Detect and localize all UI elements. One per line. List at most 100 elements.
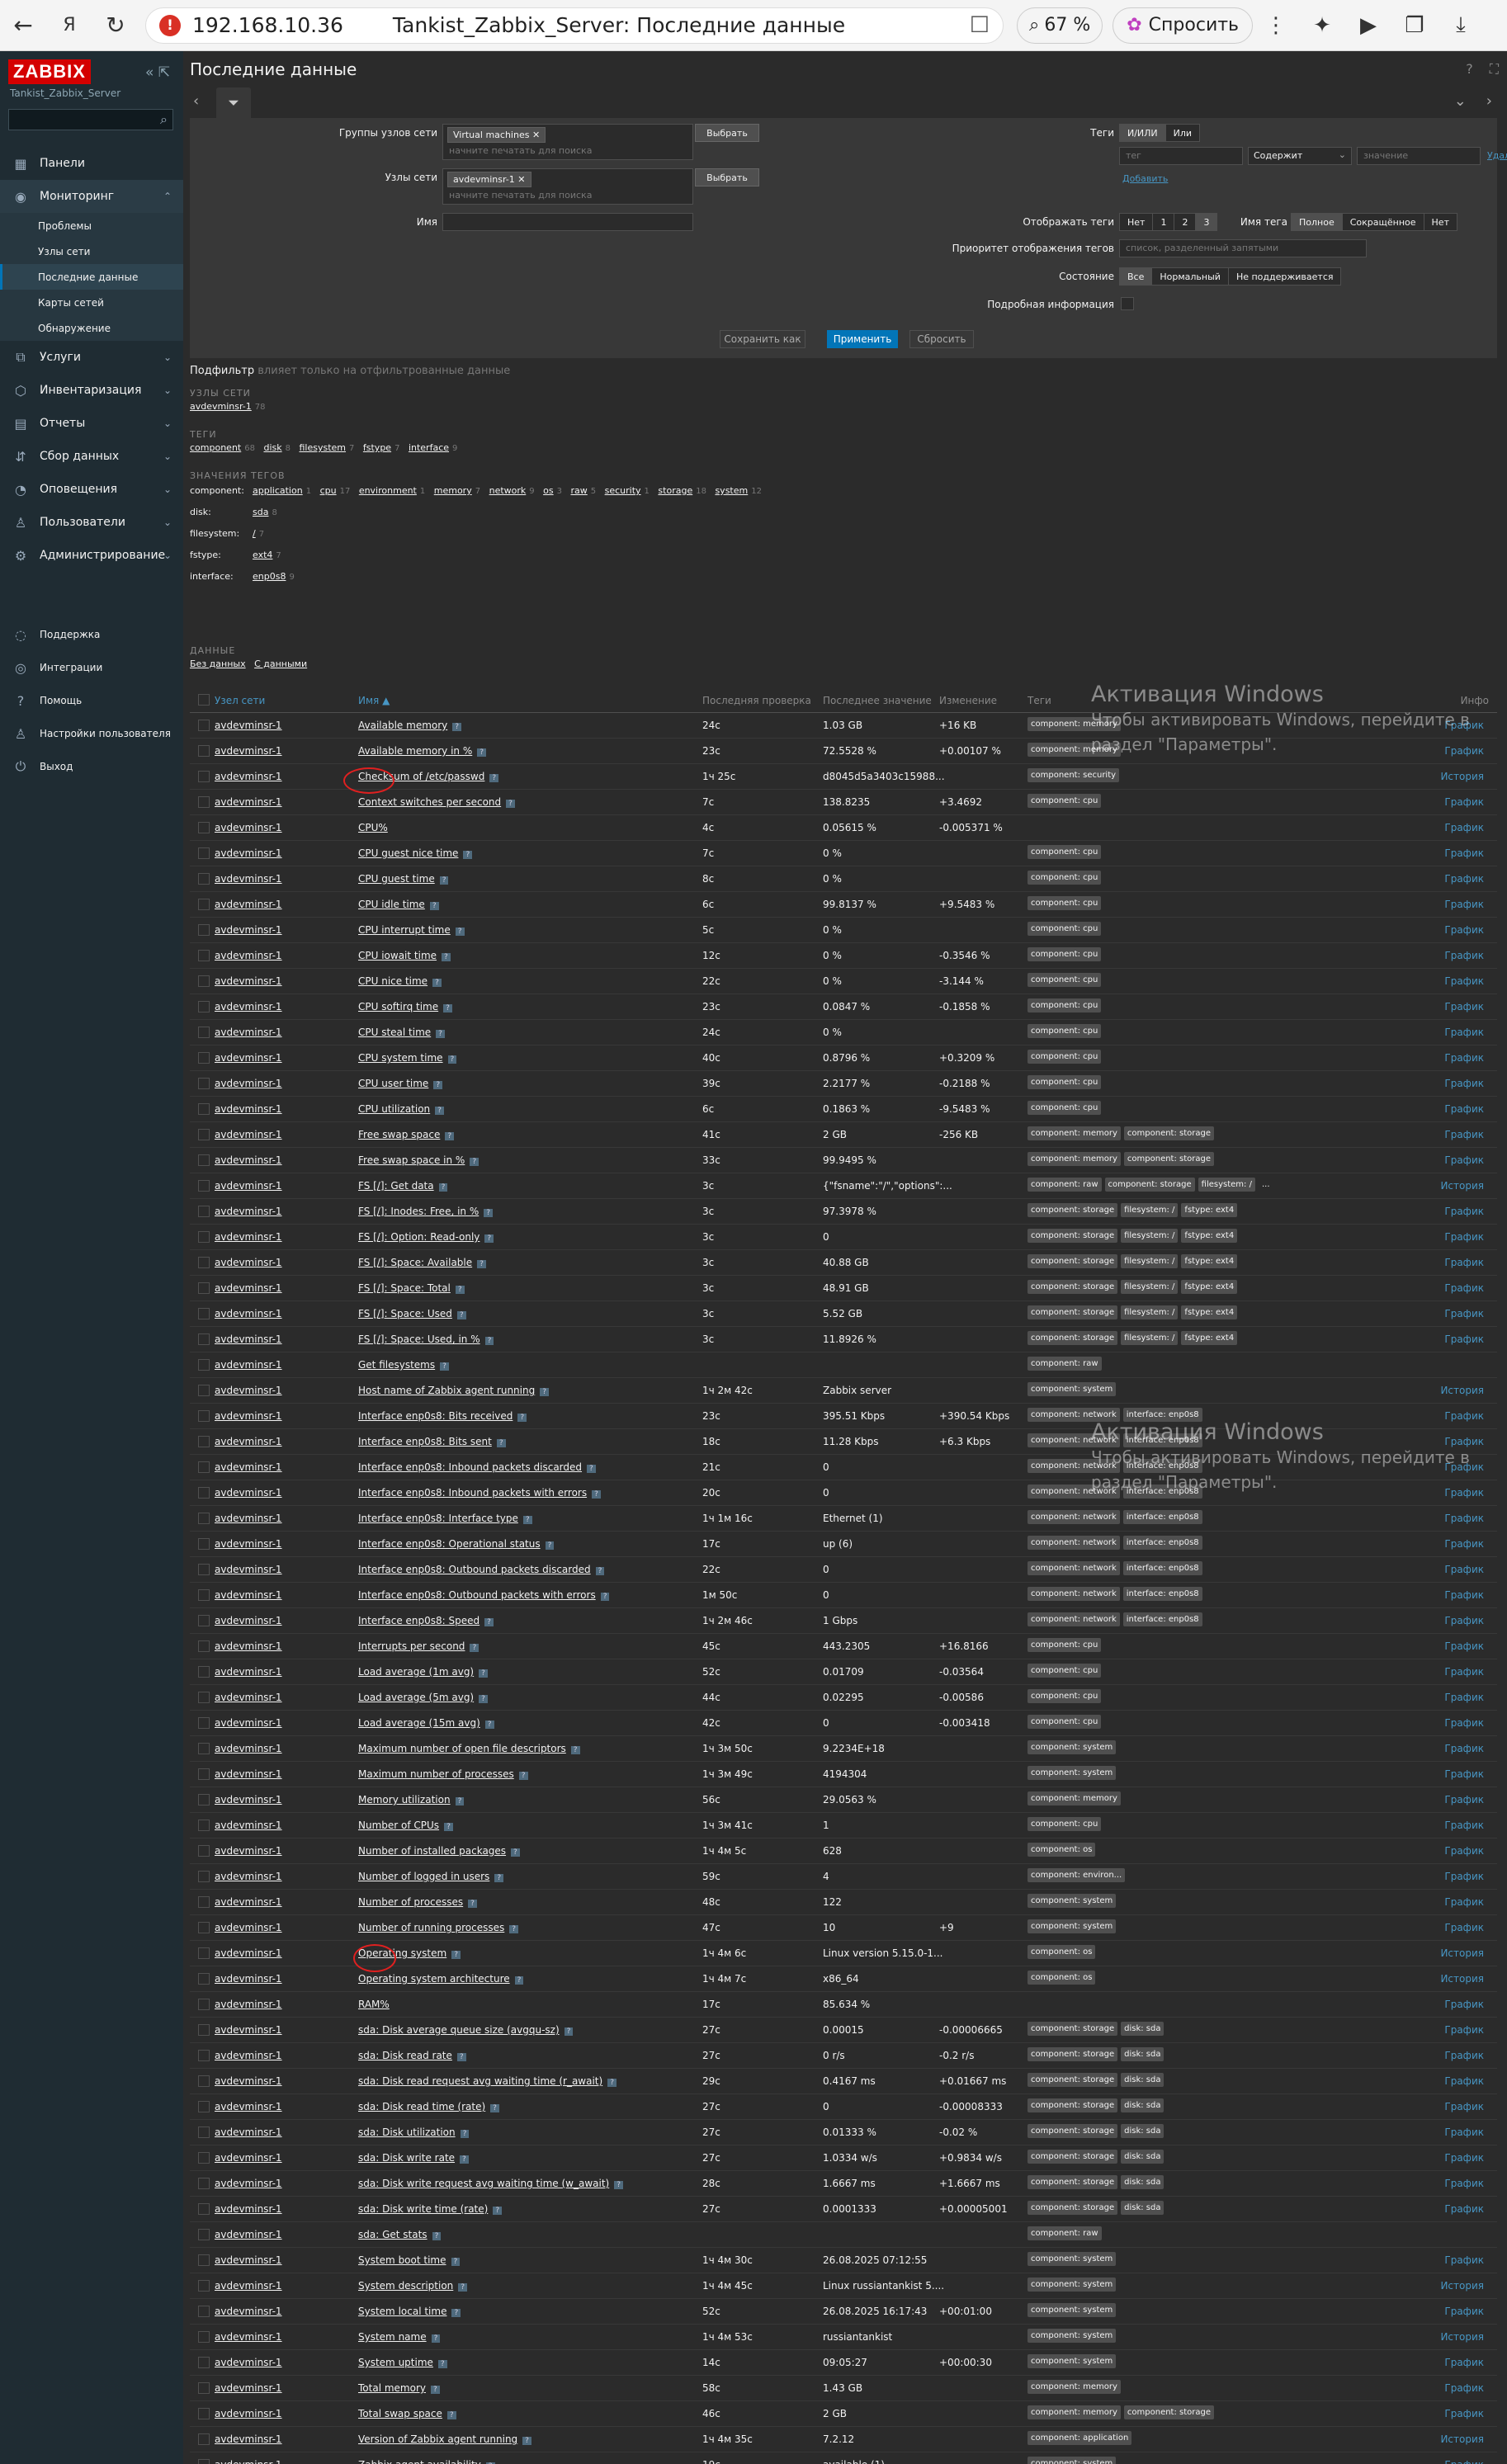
row-checkbox[interactable] (198, 2126, 210, 2138)
item-name-link[interactable]: sda: Disk read time (rate) (358, 2101, 485, 2112)
item-name-link[interactable]: Load average (5m avg) (358, 1692, 474, 1703)
description-icon[interactable]: ? (445, 1132, 455, 1140)
description-icon[interactable]: ? (522, 1516, 532, 1524)
row-checkbox[interactable] (198, 2382, 210, 2394)
host-link[interactable]: avdevminsr-1 (215, 1717, 282, 1729)
graph-history-link[interactable]: График (1444, 1154, 1484, 1166)
graph-history-link[interactable]: График (1444, 2024, 1484, 2036)
chevron-left-icon[interactable]: ‹ (193, 92, 199, 110)
zabbix-logo[interactable]: ZABBIX (8, 59, 91, 84)
graph-history-link[interactable]: График (1444, 796, 1484, 808)
row-checkbox[interactable] (198, 2152, 210, 2164)
graph-history-link[interactable]: История (1440, 2280, 1484, 2292)
row-checkbox[interactable] (198, 1589, 210, 1601)
description-icon[interactable]: ? (496, 1439, 506, 1447)
host-link[interactable]: avdevminsr-1 (215, 2331, 282, 2343)
graph-history-link[interactable]: График (1444, 899, 1484, 910)
graph-history-link[interactable]: График (1444, 1078, 1484, 1089)
menu-item-monitoring[interactable]: ◉ Мониторинг ⌃ (0, 180, 183, 213)
host-link[interactable]: avdevminsr-1 (215, 2254, 282, 2266)
graph-history-link[interactable]: График (1444, 1231, 1484, 1243)
item-name-link[interactable]: Interface enp0s8: Bits sent (358, 1436, 492, 1447)
graph-history-link[interactable]: График (1444, 1999, 1484, 2010)
row-checkbox[interactable] (198, 1308, 210, 1319)
search-icon[interactable]: ⌕ (160, 111, 168, 128)
description-icon[interactable]: ? (463, 851, 473, 859)
host-link[interactable]: avdevminsr-1 (215, 1206, 282, 1217)
description-icon[interactable]: ? (493, 2207, 503, 2215)
item-name-link[interactable]: System uptime (358, 2357, 433, 2368)
item-name-link[interactable]: sda: Disk write request avg waiting time… (358, 2178, 609, 2189)
show-tags-1[interactable]: 1 (1152, 213, 1175, 231)
host-link[interactable]: avdevminsr-1 (215, 771, 282, 782)
tag-value-link[interactable]: ext4 (253, 550, 272, 560)
description-icon[interactable]: ? (440, 1362, 449, 1371)
submenu-problems[interactable]: Проблемы (0, 213, 183, 238)
host-group-chip[interactable]: Virtual machines ✕ (447, 127, 546, 143)
graph-history-link[interactable]: График (1444, 1640, 1484, 1652)
submenu-discovery[interactable]: Обнаружение (0, 315, 183, 341)
item-name-link[interactable]: sda: Disk read rate (358, 2050, 452, 2061)
download-icon[interactable]: ⤓ (1438, 0, 1484, 51)
graph-history-link[interactable]: График (1444, 2382, 1484, 2394)
help-icon[interactable]: ? (1466, 61, 1473, 78)
item-name-link[interactable]: Get filesystems (358, 1359, 435, 1371)
description-icon[interactable]: ? (470, 1644, 480, 1652)
graph-history-link[interactable]: График (1444, 847, 1484, 859)
description-icon[interactable]: ? (514, 1976, 524, 1985)
host-link[interactable]: avdevminsr-1 (215, 1308, 282, 1319)
host-link[interactable]: avdevminsr-1 (215, 1180, 282, 1192)
host-link[interactable]: avdevminsr-1 (215, 899, 282, 910)
submenu-maps[interactable]: Карты сетей (0, 290, 183, 315)
with-data-link[interactable]: С данными (254, 658, 307, 669)
item-name-link[interactable]: Interface enp0s8: Operational status (358, 1538, 541, 1550)
description-icon[interactable]: ? (600, 1593, 610, 1601)
host-link[interactable]: avdevminsr-1 (215, 1359, 282, 1371)
host-chip[interactable]: avdevminsr-1 ✕ (447, 172, 531, 187)
graph-history-link[interactable]: График (1444, 2101, 1484, 2112)
row-checkbox[interactable] (198, 1922, 210, 1933)
item-name-link[interactable]: System local time (358, 2306, 446, 2317)
description-icon[interactable]: ? (490, 2104, 499, 2112)
row-checkbox[interactable] (198, 1538, 210, 1550)
host-link[interactable]: avdevminsr-1 (215, 1385, 282, 1396)
host-link[interactable]: avdevminsr-1 (215, 1078, 282, 1089)
item-name-link[interactable]: FS [/]: Space: Used (358, 1308, 452, 1319)
host-link[interactable]: avdevminsr-1 (215, 1513, 282, 1524)
item-name-link[interactable]: sda: Disk write rate (358, 2152, 455, 2164)
host-link[interactable]: avdevminsr-1 (215, 1154, 282, 1166)
row-checkbox[interactable] (198, 1973, 210, 1985)
graph-history-link[interactable]: График (1444, 1410, 1484, 1422)
tag-value-link[interactable]: raw (570, 485, 587, 496)
graph-history-link[interactable]: График (1444, 822, 1484, 833)
header-host[interactable]: Узел сети (215, 695, 265, 706)
row-checkbox[interactable] (198, 899, 210, 910)
row-checkbox[interactable] (198, 1282, 210, 1294)
description-icon[interactable]: ? (511, 1848, 520, 1857)
item-name-link[interactable]: Context switches per second (358, 796, 501, 808)
item-name-link[interactable]: Memory utilization (358, 1794, 451, 1806)
graph-history-link[interactable]: График (1444, 1103, 1484, 1115)
name-input[interactable] (442, 213, 693, 231)
menu-item-data-collection[interactable]: ⇵ Сбор данных ⌄ (0, 440, 183, 473)
row-checkbox[interactable] (198, 720, 210, 731)
graph-history-link[interactable]: График (1444, 2357, 1484, 2368)
security-warning-icon[interactable]: ! (159, 14, 181, 36)
state-all[interactable]: Все (1119, 267, 1153, 286)
row-checkbox[interactable] (198, 1717, 210, 1729)
row-checkbox[interactable] (198, 1743, 210, 1754)
save-as-button[interactable]: Сохранить как (720, 330, 805, 348)
filter-tab[interactable]: ⏷ (216, 87, 251, 119)
description-icon[interactable]: ? (517, 1414, 527, 1422)
host-link[interactable]: avdevminsr-1 (215, 2280, 282, 2292)
description-icon[interactable]: ? (447, 1055, 457, 1064)
back-arrow-icon[interactable]: ← (0, 0, 46, 51)
description-icon[interactable]: ? (432, 979, 442, 987)
extensions-icon[interactable]: ✦ (1299, 0, 1345, 51)
row-checkbox[interactable] (198, 1410, 210, 1422)
subfilter-tag-link[interactable]: component (190, 442, 241, 453)
item-name-link[interactable]: Load average (1m avg) (358, 1666, 474, 1678)
description-icon[interactable]: ? (587, 1465, 596, 1473)
description-icon[interactable]: ? (484, 1721, 494, 1729)
graph-history-link[interactable]: График (1444, 975, 1484, 987)
